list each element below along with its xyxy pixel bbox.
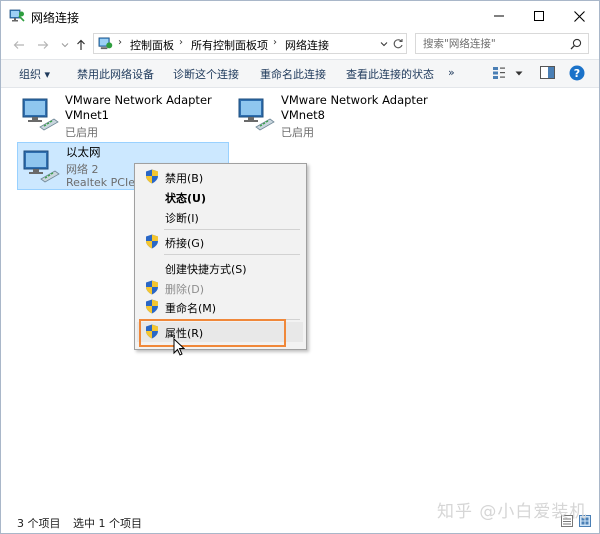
adapter-subname: VMnet1 — [65, 108, 109, 122]
menu-item-rename[interactable]: 重命名(M) — [137, 297, 303, 317]
menu-item-bridge[interactable]: 桥接(G) — [137, 232, 303, 252]
help-icon[interactable]: ? — [569, 65, 585, 81]
uac-shield-icon — [146, 299, 158, 314]
control-panel-icon — [98, 37, 113, 50]
title-bar[interactable]: 网络连接 — [1, 1, 599, 31]
adapter-vmnet8[interactable]: VMware Network Adapter VMnet8 已启用 — [233, 91, 433, 139]
maximize-icon — [534, 11, 544, 21]
back-button[interactable] — [11, 37, 27, 53]
recent-locations-button[interactable] — [57, 37, 73, 53]
menu-item-status[interactable]: 状态(U) — [137, 187, 303, 207]
more-commands-button[interactable]: » — [448, 66, 455, 79]
network-connections-window: 网络连接 › 控制面板 › 所有控制面板项 › 网络连接 搜索"网络连接" 组织… — [0, 0, 600, 534]
menu-item-label: 重命名(M) — [165, 302, 217, 315]
menu-item-label: 禁用(B) — [165, 172, 204, 185]
menu-item-disable[interactable]: 禁用(B) — [137, 167, 303, 187]
window-title: 网络连接 — [31, 11, 80, 25]
adapter-status: 已启用 — [65, 126, 98, 139]
watermark: 知乎 @小白爱装机 — [437, 502, 588, 522]
network-adapter-icon — [238, 98, 275, 131]
adapter-name: VMware Network Adapter — [281, 93, 428, 107]
breadcrumb-separator-icon: › — [118, 37, 122, 48]
menu-separator — [164, 254, 300, 255]
preview-pane-icon[interactable] — [540, 66, 555, 79]
breadcrumb-separator-icon: › — [273, 37, 277, 48]
menu-item-label: 诊断(I) — [165, 212, 199, 225]
close-icon — [573, 10, 585, 22]
maximize-button[interactable] — [519, 1, 559, 31]
disable-device-button[interactable]: 禁用此网络设备 — [77, 66, 154, 82]
back-arrow-icon — [13, 41, 24, 49]
view-status-button[interactable]: 查看此连接的状态 — [346, 66, 434, 82]
close-button[interactable] — [559, 1, 599, 31]
menu-item-label: 创建快捷方式(S) — [165, 263, 247, 276]
menu-item-diagnose[interactable]: 诊断(I) — [137, 207, 303, 227]
mouse-pointer-icon — [173, 338, 185, 356]
search-icon[interactable] — [570, 38, 582, 50]
network-connections-app-icon — [9, 9, 25, 22]
forward-arrow-icon — [38, 41, 49, 49]
breadcrumb-network-connections[interactable]: 网络连接 — [285, 37, 329, 53]
uac-shield-icon — [146, 280, 158, 295]
minimize-button[interactable] — [479, 1, 519, 31]
view-options-chevron-down-icon[interactable] — [515, 71, 523, 77]
diagnose-connection-button[interactable]: 诊断这个连接 — [173, 66, 239, 82]
up-button[interactable] — [73, 37, 89, 53]
network-adapter-icon — [23, 150, 60, 183]
address-dropdown-icon[interactable] — [380, 41, 388, 47]
network-adapter-icon — [22, 98, 59, 131]
menu-item-label: 删除(D) — [165, 283, 205, 296]
organize-menu[interactable]: 组织 ▾ — [19, 66, 50, 82]
adapter-name: 以太网 — [66, 145, 101, 159]
item-count: 3 个项目 — [17, 517, 61, 530]
selection-count: 选中 1 个项目 — [73, 517, 142, 530]
breadcrumb-all-items[interactable]: 所有控制面板项 — [191, 37, 268, 53]
breadcrumb-separator-icon: › — [179, 37, 183, 48]
minimize-icon — [494, 15, 504, 17]
rename-connection-button[interactable]: 重命名此连接 — [260, 66, 326, 82]
adapter-subname: VMnet8 — [281, 108, 325, 122]
adapter-network: 网络 2 — [66, 163, 99, 176]
search-input[interactable] — [416, 34, 573, 53]
menu-item-delete: 删除(D) — [137, 278, 303, 298]
up-arrow-icon — [77, 39, 85, 50]
adapter-name: VMware Network Adapter — [65, 93, 212, 107]
menu-item-label: 状态(U) — [165, 192, 206, 205]
menu-item-label: 桥接(G) — [165, 237, 205, 250]
adapter-status: 已启用 — [281, 126, 314, 139]
change-view-icon[interactable] — [492, 66, 506, 80]
chevron-down-icon — [61, 43, 69, 48]
svg-text:?: ? — [574, 67, 580, 80]
properties-highlight-box — [139, 319, 286, 347]
command-bar: 组织 ▾ 禁用此网络设备 诊断这个连接 重命名此连接 查看此连接的状态 » ? — [1, 59, 599, 88]
breadcrumb-control-panel[interactable]: 控制面板 — [130, 37, 174, 53]
uac-shield-icon — [146, 234, 158, 249]
search-box[interactable] — [415, 33, 589, 54]
refresh-icon[interactable] — [392, 38, 404, 50]
menu-separator — [164, 229, 300, 230]
address-bar[interactable]: › 控制面板 › 所有控制面板项 › 网络连接 — [93, 33, 407, 54]
address-row: › 控制面板 › 所有控制面板项 › 网络连接 — [1, 31, 599, 57]
adapter-vmnet1[interactable]: VMware Network Adapter VMnet1 已启用 — [17, 91, 217, 139]
menu-item-create-shortcut[interactable]: 创建快捷方式(S) — [137, 258, 303, 278]
forward-button[interactable] — [35, 37, 51, 53]
uac-shield-icon — [146, 169, 158, 184]
